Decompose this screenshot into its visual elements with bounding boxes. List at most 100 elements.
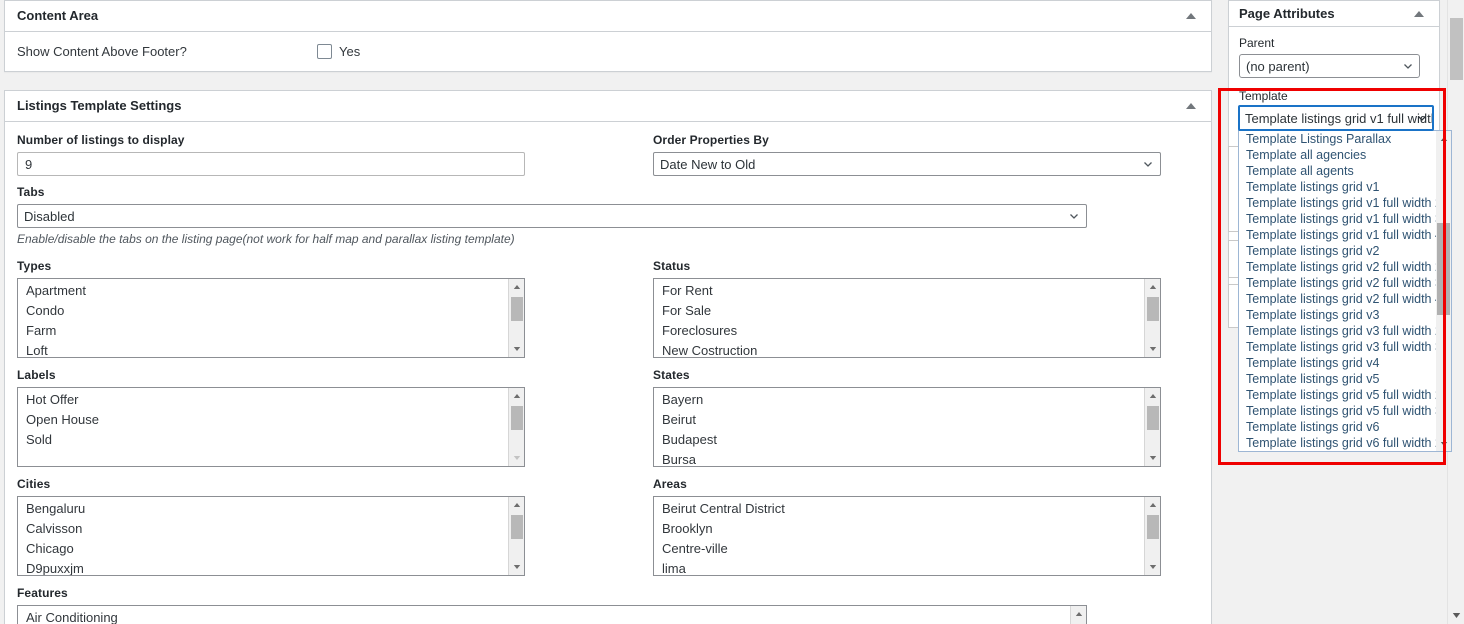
dropdown-option[interactable]: Template listings grid v2 full width 3Co… — [1239, 275, 1436, 291]
dropdown-option[interactable]: Template all agencies — [1239, 147, 1436, 163]
scrollbar-thumb[interactable] — [511, 406, 523, 430]
list-item[interactable]: Centre-ville — [654, 539, 1160, 559]
cities-listbox[interactable]: Bengaluru Calvisson Chicago D9puxxjm — [17, 496, 525, 576]
tabs-select[interactable]: Disabled — [17, 204, 1087, 228]
dropdown-option[interactable]: Template listings grid v3 full width 3co… — [1239, 339, 1436, 355]
scroll-down-icon[interactable] — [1436, 436, 1451, 451]
scroll-up-icon[interactable] — [1145, 497, 1160, 513]
list-item[interactable]: Bengaluru — [18, 499, 524, 519]
admin-page: Content Area Show Content Above Footer? … — [0, 0, 1464, 624]
list-item[interactable]: Hot Offer — [18, 390, 524, 410]
list-item[interactable]: Chicago — [18, 539, 524, 559]
dropdown-option[interactable]: Template listings grid v5 full width 3co… — [1239, 403, 1436, 419]
list-item[interactable]: Condo — [18, 301, 524, 321]
scroll-up-icon[interactable] — [509, 388, 524, 404]
dropdown-option[interactable]: Template listings grid v5 — [1239, 371, 1436, 387]
scrollbar-thumb[interactable] — [1147, 406, 1159, 430]
dropdown-option[interactable]: Template listings grid v1 — [1239, 179, 1436, 195]
status-scrollbar[interactable] — [1144, 279, 1160, 357]
chevron-up-icon[interactable] — [1181, 6, 1201, 26]
scroll-down-icon[interactable] — [1145, 341, 1160, 357]
states-scrollbar[interactable] — [1144, 388, 1160, 466]
dropdown-option[interactable]: Template listings grid v2 full width 2Co… — [1239, 259, 1436, 275]
order-properties-by-select[interactable]: Date New to Old — [653, 152, 1161, 176]
checkbox-box-icon[interactable] — [317, 44, 332, 59]
list-item[interactable]: Open House — [18, 410, 524, 430]
states-listbox[interactable]: Bayern Beirut Budapest Bursa — [653, 387, 1161, 467]
listings-panel-header[interactable]: Listings Template Settings — [5, 91, 1211, 122]
list-item[interactable]: Farm — [18, 321, 524, 341]
show-content-above-footer-checkbox[interactable]: Yes — [317, 44, 360, 59]
scrollbar-thumb[interactable] — [1450, 18, 1463, 80]
labels-scrollbar[interactable] — [508, 388, 524, 466]
dropdown-option[interactable]: Template listings grid v3 full width 2co… — [1239, 323, 1436, 339]
features-scrollbar[interactable] — [1070, 606, 1086, 624]
content-area-panel-title: Content Area — [17, 7, 99, 23]
scroll-up-icon[interactable] — [509, 497, 524, 513]
list-item[interactable]: Budapest — [654, 430, 1160, 450]
types-listbox[interactable]: Apartment Condo Farm Loft — [17, 278, 525, 358]
list-item[interactable]: For Sale — [654, 301, 1160, 321]
cities-scrollbar[interactable] — [508, 497, 524, 575]
dropdown-option[interactable]: Template Listings Parallax — [1239, 131, 1436, 147]
list-item[interactable]: Beirut Central District — [654, 499, 1160, 519]
list-item[interactable]: D9puxxjm — [18, 559, 524, 575]
scroll-down-icon[interactable] — [1145, 450, 1160, 466]
scroll-down-icon[interactable] — [509, 450, 524, 466]
content-area-panel-header[interactable]: Content Area — [5, 1, 1211, 32]
chevron-up-icon[interactable] — [1181, 96, 1201, 116]
types-scrollbar[interactable] — [508, 279, 524, 357]
dropdown-option[interactable]: Template listings grid v4 — [1239, 355, 1436, 371]
dropdown-option[interactable]: Template listings grid v3 — [1239, 307, 1436, 323]
scroll-up-icon[interactable] — [509, 279, 524, 295]
template-dropdown-scrollbar[interactable] — [1436, 131, 1451, 451]
scroll-up-icon[interactable] — [1145, 279, 1160, 295]
labels-listbox[interactable]: Hot Offer Open House Sold — [17, 387, 525, 467]
list-item[interactable]: Calvisson — [18, 519, 524, 539]
scrollbar-thumb[interactable] — [1437, 223, 1450, 315]
content-area-panel: Content Area Show Content Above Footer? … — [4, 0, 1212, 72]
dropdown-option[interactable]: Template listings grid v1 full width 4Co… — [1239, 227, 1436, 243]
dropdown-option[interactable]: Template listings grid v5 full width 2co… — [1239, 387, 1436, 403]
page-attributes-header[interactable]: Page Attributes — [1229, 1, 1439, 27]
list-item[interactable]: For Rent — [654, 281, 1160, 301]
scrollbar-thumb[interactable] — [1147, 515, 1159, 539]
dropdown-option[interactable]: Template listings grid v2 — [1239, 243, 1436, 259]
scroll-down-icon[interactable] — [509, 559, 524, 575]
list-item[interactable]: Brooklyn — [654, 519, 1160, 539]
dropdown-option[interactable]: Template listings grid v6 full width 2co… — [1239, 435, 1436, 451]
scroll-up-icon[interactable] — [1145, 388, 1160, 404]
scrollbar-thumb[interactable] — [1147, 297, 1159, 321]
scroll-down-icon[interactable] — [509, 341, 524, 357]
scroll-down-icon[interactable] — [1448, 607, 1464, 624]
scroll-up-icon[interactable] — [1071, 606, 1086, 622]
list-item[interactable]: Sold — [18, 430, 524, 450]
areas-scrollbar[interactable] — [1144, 497, 1160, 575]
dropdown-option[interactable]: Template listings grid v2 full width 4Co… — [1239, 291, 1436, 307]
dropdown-option[interactable]: Template listings grid v6 — [1239, 419, 1436, 435]
list-item[interactable]: Loft — [18, 341, 524, 357]
list-item[interactable]: lima — [654, 559, 1160, 575]
areas-listbox[interactable]: Beirut Central District Brooklyn Centre-… — [653, 496, 1161, 576]
parent-select[interactable]: (no parent) — [1239, 54, 1420, 78]
list-item[interactable]: New Costruction — [654, 341, 1160, 357]
list-item[interactable]: Foreclosures — [654, 321, 1160, 341]
dropdown-option[interactable]: Template listings grid v1 full width 2Co… — [1239, 195, 1436, 211]
scrollbar-thumb[interactable] — [511, 515, 523, 539]
list-item[interactable]: Beirut — [654, 410, 1160, 430]
scroll-up-icon[interactable] — [1436, 131, 1451, 146]
dropdown-option[interactable]: Template all agents — [1239, 163, 1436, 179]
list-item[interactable]: Bayern — [654, 390, 1160, 410]
template-dropdown-list[interactable]: Template Listings Parallax Template all … — [1238, 130, 1452, 452]
dropdown-option[interactable]: Template listings grid v1 full width 3Co… — [1239, 211, 1436, 227]
features-listbox[interactable]: Air Conditioning Barbeque — [17, 605, 1087, 624]
scrollbar-thumb[interactable] — [511, 297, 523, 321]
number-of-listings-input[interactable] — [17, 152, 525, 176]
status-listbox[interactable]: For Rent For Sale Foreclosures New Costr… — [653, 278, 1161, 358]
list-item[interactable]: Apartment — [18, 281, 524, 301]
chevron-up-icon[interactable] — [1409, 4, 1429, 24]
list-item[interactable]: Air Conditioning — [18, 608, 1086, 624]
template-select[interactable]: Template listings grid v1 full width 2 — [1238, 105, 1434, 131]
scroll-down-icon[interactable] — [1145, 559, 1160, 575]
list-item[interactable]: Bursa — [654, 450, 1160, 466]
